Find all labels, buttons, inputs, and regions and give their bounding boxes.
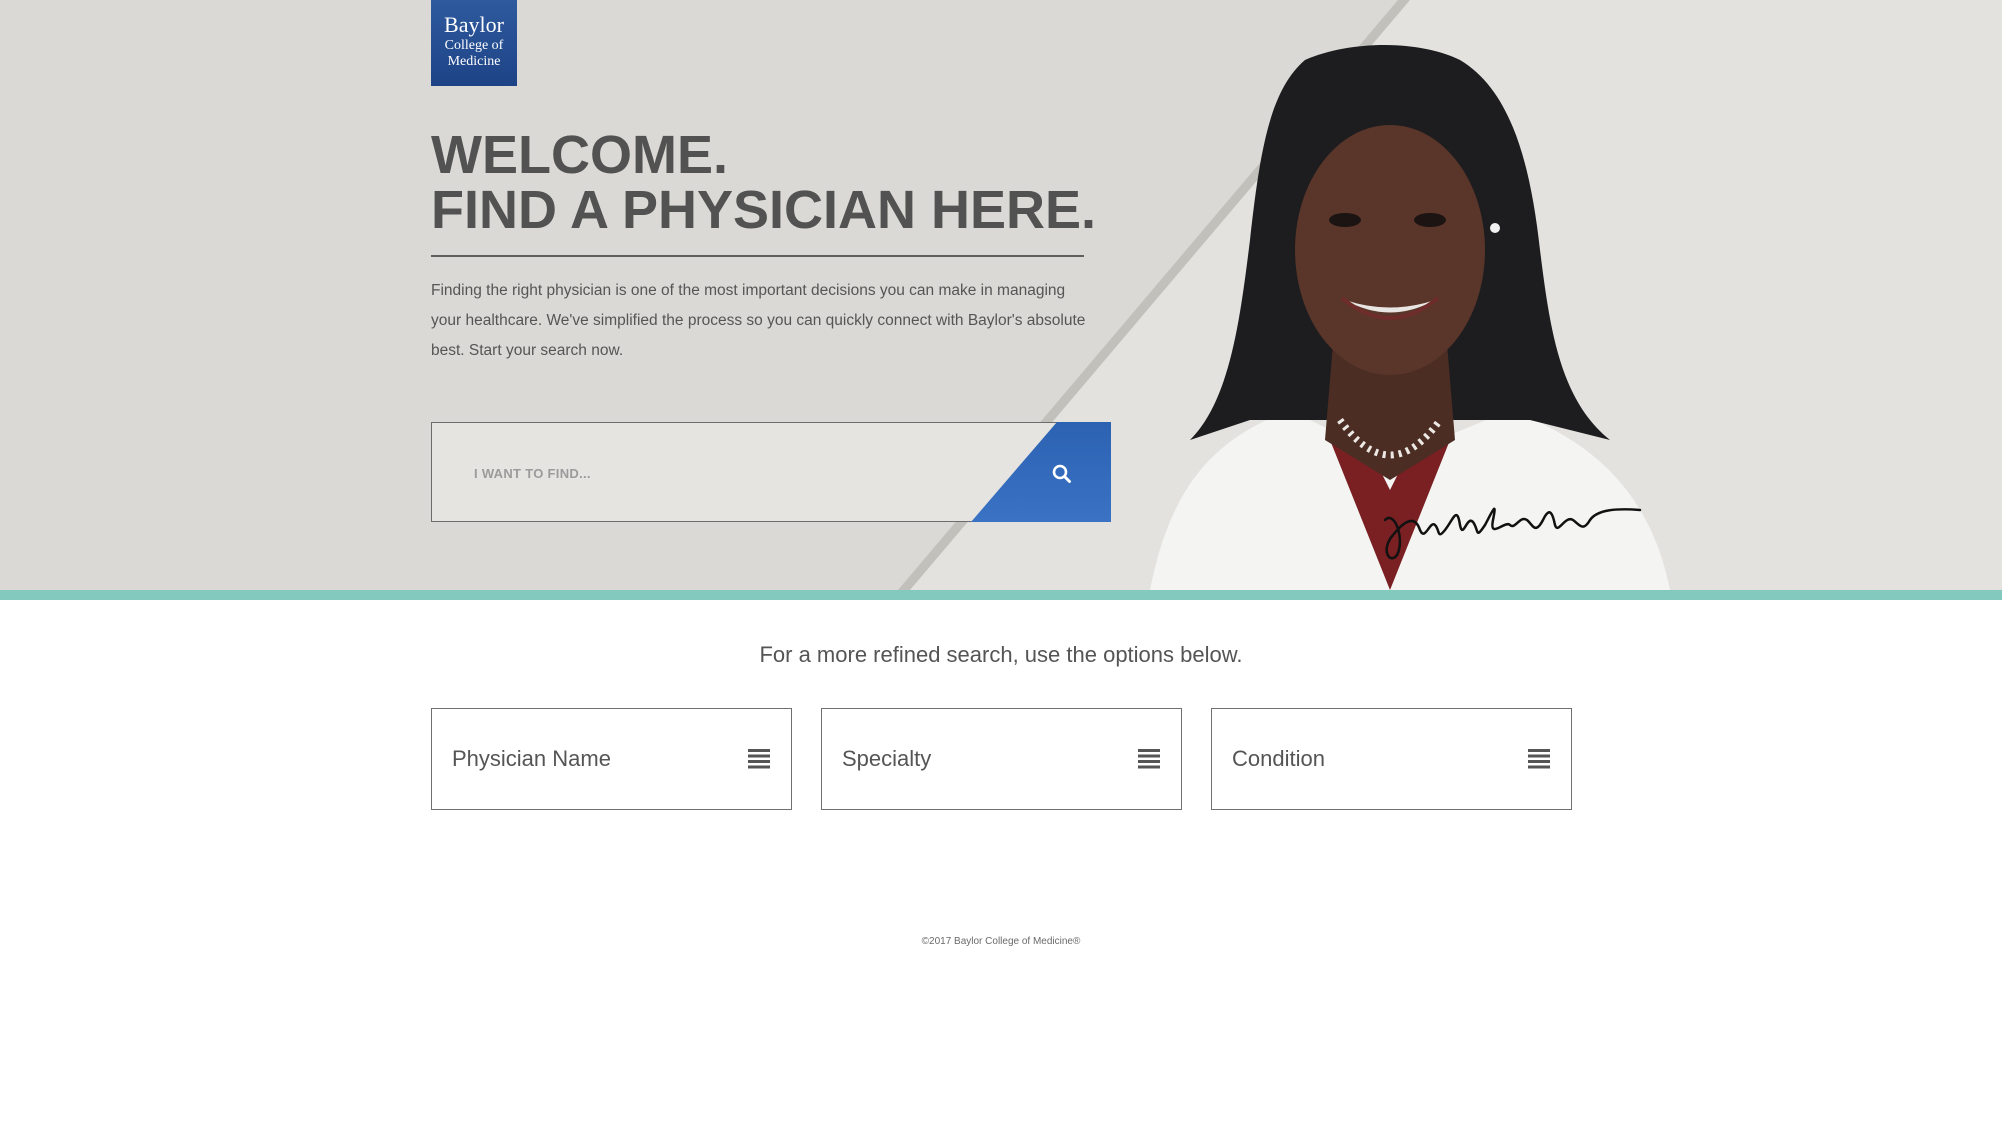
search-button[interactable] bbox=[971, 422, 1111, 522]
list-icon bbox=[748, 749, 770, 769]
accent-bar bbox=[0, 590, 2002, 600]
list-icon bbox=[1138, 749, 1160, 769]
list-icon bbox=[1528, 749, 1550, 769]
headline-divider bbox=[431, 255, 1084, 257]
search-input[interactable] bbox=[472, 451, 952, 495]
logo-line-1: Baylor bbox=[444, 12, 504, 37]
refine-prompt: For a more refined search, use the optio… bbox=[759, 642, 1243, 667]
headline-line-1: WELCOME. bbox=[431, 125, 728, 185]
physician-name-label: Physician Name bbox=[452, 746, 611, 771]
physician-name-dropdown[interactable]: Physician Name bbox=[431, 708, 792, 810]
headline-line-2: FIND A PHYSICIAN HERE. bbox=[431, 180, 1097, 240]
signature-graphic bbox=[1383, 507, 1642, 560]
hero-section: Baylor College of Medicine WELCOME. FIND… bbox=[0, 0, 2002, 590]
condition-label: Condition bbox=[1232, 746, 1325, 771]
logo-line-2: College of bbox=[444, 38, 504, 53]
footer-copyright: ©2017 Baylor College of Medicine® bbox=[921, 936, 1081, 947]
specialty-dropdown[interactable]: Specialty bbox=[821, 708, 1182, 810]
baylor-logo[interactable]: Baylor College of Medicine bbox=[431, 0, 517, 86]
intro-text: Finding the right physician is one of th… bbox=[431, 282, 1086, 359]
condition-dropdown[interactable]: Condition bbox=[1211, 708, 1572, 810]
specialty-label: Specialty bbox=[842, 746, 932, 771]
page-title: WELCOME. FIND A PHYSICIAN HERE. bbox=[431, 128, 1096, 238]
logo-line-3: Medicine bbox=[447, 54, 501, 69]
search-bar bbox=[431, 422, 1111, 522]
search-button-shape bbox=[971, 422, 1111, 522]
